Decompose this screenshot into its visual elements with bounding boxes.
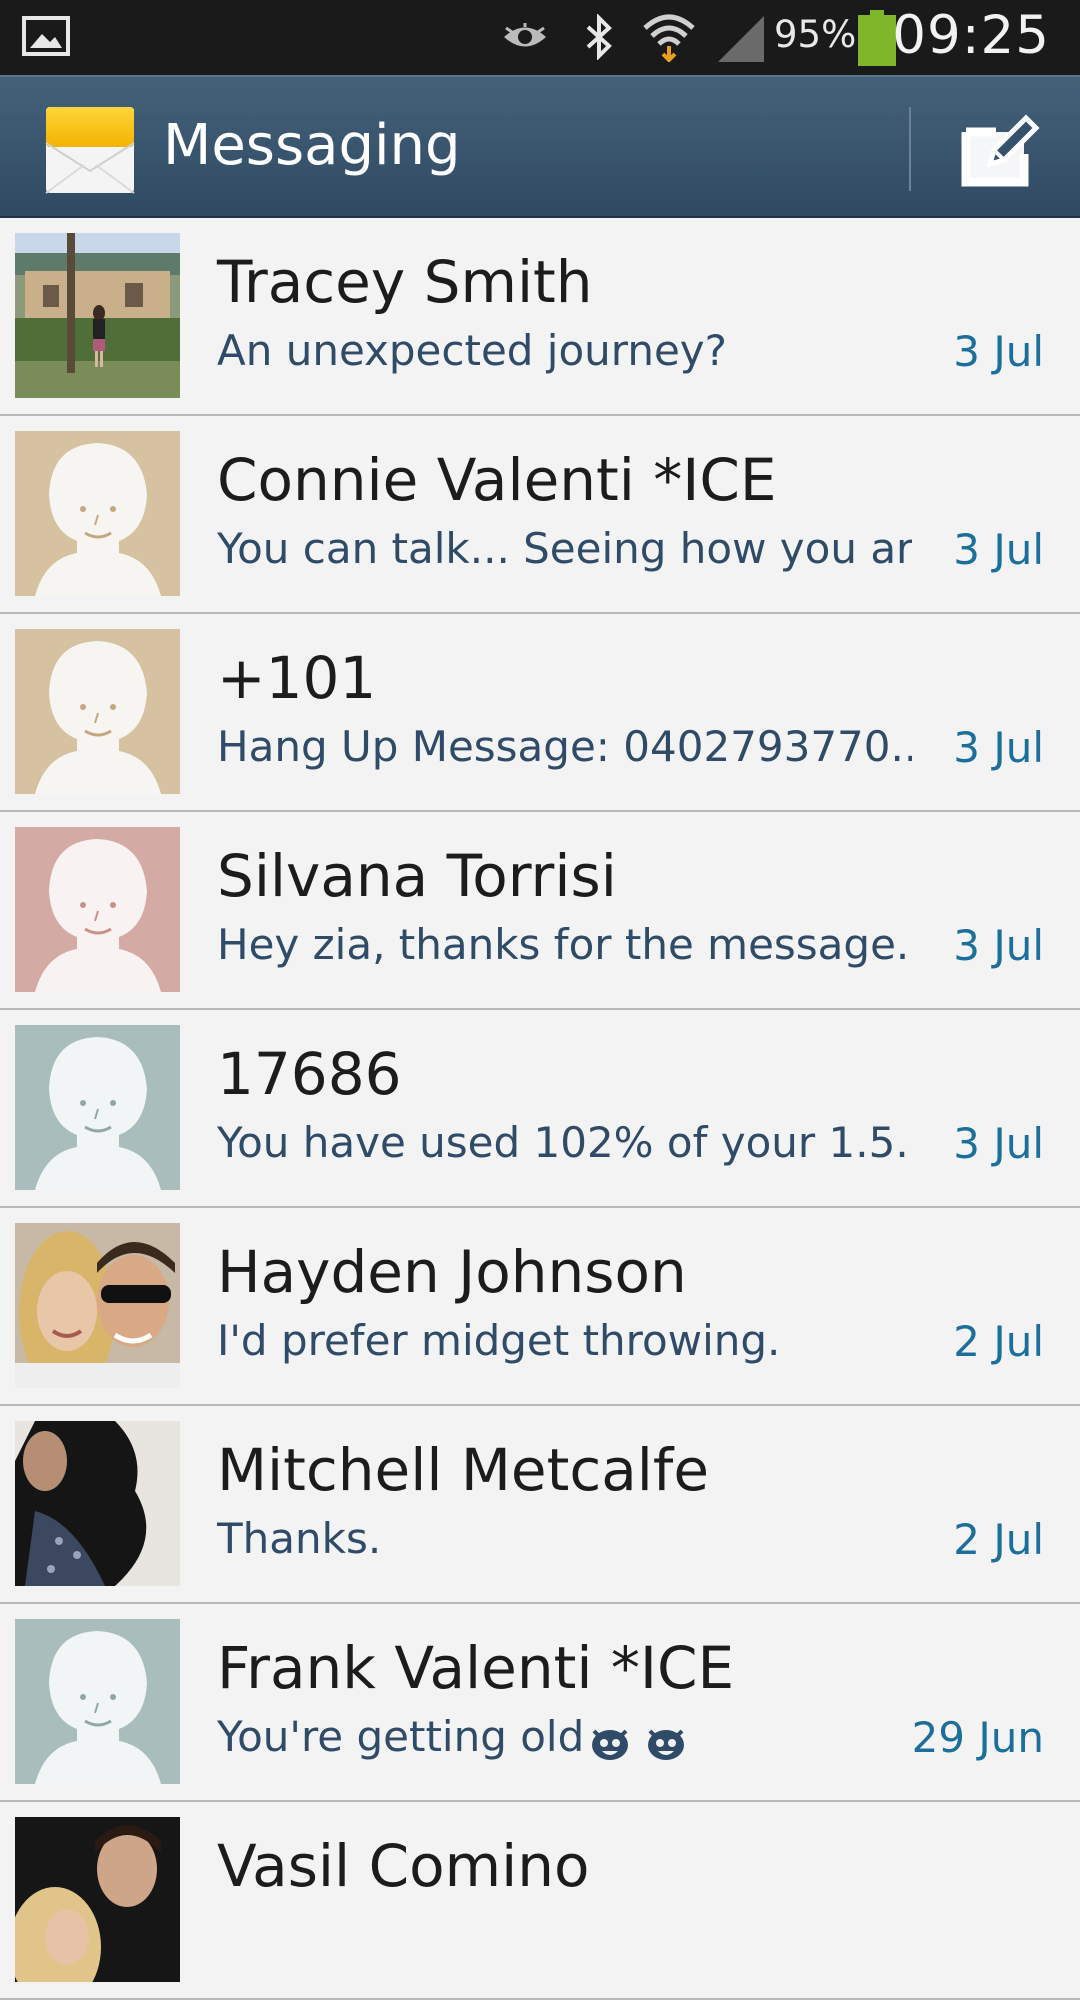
message-preview: An unexpected journey? — [217, 326, 727, 375]
conversation-row[interactable]: +101 Hang Up Message: 0402793770... 3 Ju… — [0, 614, 1080, 812]
action-bar: Messaging — [0, 75, 1080, 218]
battery-icon — [858, 10, 896, 66]
envelope-icon — [45, 107, 135, 194]
default-avatar-icon — [15, 629, 180, 794]
bluetooth-icon — [586, 14, 612, 60]
clock: 09:25 — [892, 5, 1050, 66]
default-avatar-icon — [15, 431, 180, 596]
message-preview: You're getting old — [217, 1712, 912, 1763]
conversation-row[interactable]: Silvana Torrisi Hey zia, thanks for the … — [0, 812, 1080, 1010]
conversation-row[interactable]: Hayden Johnson I'd prefer midget throwin… — [0, 1208, 1080, 1406]
signal-icon — [718, 16, 764, 62]
message-preview: You have used 102% of your 1.5... — [217, 1118, 912, 1167]
avatar — [15, 233, 180, 398]
message-preview: I'd prefer midget throwing. — [217, 1316, 781, 1365]
avatar — [15, 1223, 180, 1388]
message-preview-text: You're getting old — [217, 1712, 585, 1761]
wifi-icon — [643, 14, 695, 62]
default-avatar-icon — [15, 827, 180, 992]
eye-icon — [504, 23, 546, 47]
conversation-list: Tracey Smith An unexpected journey? 3 Ju… — [0, 218, 1080, 2000]
message-date: 3 Jul — [953, 921, 1044, 970]
message-preview: Hang Up Message: 0402793770... — [217, 722, 912, 771]
conversation-row[interactable]: Connie Valenti *ICE You can talk... Seei… — [0, 416, 1080, 614]
compose-icon[interactable] — [948, 102, 1044, 198]
message-date: 29 Jun — [911, 1713, 1044, 1762]
contact-name: Silvana Torrisi — [217, 842, 617, 910]
contact-name: +101 — [217, 644, 377, 712]
message-date: 3 Jul — [953, 327, 1044, 376]
conversation-row[interactable]: Mitchell Metcalfe Thanks. 2 Jul — [0, 1406, 1080, 1604]
android-emoji-icon — [592, 1729, 685, 1760]
battery-percent: 95% — [774, 13, 857, 56]
contact-name: Hayden Johnson — [217, 1238, 687, 1306]
gallery-notification-icon — [22, 16, 70, 56]
contact-name: Connie Valenti *ICE — [217, 446, 777, 514]
app-title: Messaging — [163, 113, 461, 178]
message-date: 2 Jul — [953, 1515, 1044, 1564]
avatar — [15, 1421, 180, 1586]
message-date: 3 Jul — [953, 1119, 1044, 1168]
conversation-row[interactable]: 17686 You have used 102% of your 1.5... … — [0, 1010, 1080, 1208]
message-preview: Hey zia, thanks for the message.... — [217, 920, 912, 969]
action-bar-divider — [909, 107, 911, 191]
conversation-row[interactable]: Vasil Comino — [0, 1802, 1080, 2000]
contact-name: Vasil Comino — [217, 1832, 590, 1900]
contact-name: 17686 — [217, 1040, 402, 1108]
message-date: 2 Jul — [953, 1317, 1044, 1366]
contact-name: Mitchell Metcalfe — [217, 1436, 710, 1504]
message-preview: Thanks. — [217, 1514, 382, 1563]
conversation-row[interactable]: Frank Valenti *ICE You're getting old 29… — [0, 1604, 1080, 1802]
contact-name: Tracey Smith — [217, 248, 593, 316]
avatar — [15, 1817, 180, 1982]
contact-name: Frank Valenti *ICE — [217, 1634, 735, 1702]
message-date: 3 Jul — [953, 525, 1044, 574]
status-bar: 95% 09:25 — [0, 0, 1080, 75]
conversation-row[interactable]: Tracey Smith An unexpected journey? 3 Ju… — [0, 218, 1080, 416]
message-preview: You can talk... Seeing how you ar... — [217, 524, 912, 573]
default-avatar-icon — [15, 1619, 180, 1784]
message-date: 3 Jul — [953, 723, 1044, 772]
default-avatar-icon — [15, 1025, 180, 1190]
